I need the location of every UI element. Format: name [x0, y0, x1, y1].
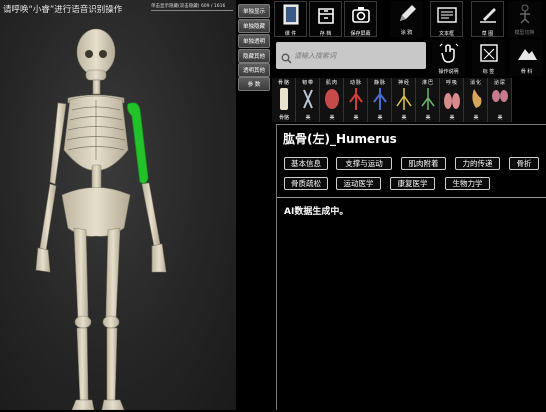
tag-force-transmission[interactable]: 力的传递 — [455, 157, 500, 170]
tag-rehab-medicine[interactable]: 康复医学 — [390, 177, 435, 190]
right-humerus[interactable] — [49, 102, 67, 185]
left-tibia[interactable] — [106, 327, 118, 401]
left-forearm[interactable] — [141, 182, 161, 247]
left-patella[interactable] — [102, 315, 120, 329]
mandible[interactable] — [85, 69, 107, 81]
model-switch-button[interactable]: 模型切换 — [508, 1, 541, 37]
cervical-spine[interactable] — [92, 79, 101, 95]
archive-button[interactable]: 存 档 — [309, 1, 342, 37]
ai-status-text: AI数据生成中。 — [284, 207, 349, 217]
right-femur[interactable] — [73, 227, 89, 319]
hide-only-button[interactable]: 单独隐藏 — [238, 19, 270, 33]
category-skeleton[interactable]: 骨骼 骨骼 — [272, 78, 296, 122]
camera-icon — [350, 4, 372, 26]
nerve-icon — [396, 88, 412, 110]
muscle-icon — [325, 89, 339, 109]
transparent-only-button[interactable]: 单独透明 — [238, 34, 270, 48]
search-icon — [281, 49, 292, 68]
show-only-button[interactable]: 单独显示 — [238, 4, 270, 18]
right-forearm[interactable] — [39, 183, 57, 251]
tag-support-movement[interactable]: 支撑与运动 — [336, 157, 392, 170]
instructions-button[interactable]: 操作说明 — [432, 40, 465, 76]
right-tibia[interactable] — [76, 327, 89, 401]
visibility-controls: 单独显示 单独隐藏 单独透明 隐藏其他 透明其他 参 数 — [236, 0, 272, 92]
right-patella[interactable] — [74, 315, 92, 329]
system-category-strip: 骨骼 骨骼 韧带美 肌肉美 动脉美 静脉美 神经美 淋巴美 呼吸美 消化美 泌尿美 — [272, 78, 546, 122]
skeleton-model[interactable] — [0, 0, 236, 410]
category-ligament[interactable]: 韧带美 — [296, 78, 320, 122]
tag-muscle-attachment[interactable]: 肌肉附着 — [401, 157, 446, 170]
book-icon — [280, 4, 302, 26]
top-toolbar: 课 件 存 档 保存屏幕 涂 鸦 文本框 草 图 模型切换 — [272, 0, 546, 38]
search-input[interactable] — [294, 47, 420, 64]
left-foot[interactable] — [101, 399, 125, 410]
vein-icon — [373, 88, 387, 110]
tag-sports-medicine[interactable]: 运动医学 — [336, 177, 381, 190]
eye-socket — [85, 50, 93, 58]
orthopedics-button[interactable]: 骨 科 — [510, 40, 543, 76]
bone-detail-panel: 肱骨(左)_Humerus 基本信息 支撑与运动 肌肉附着 力的传递 骨折 骨质… — [276, 124, 546, 410]
model-switch-icon — [514, 3, 536, 25]
tag-icon — [478, 42, 500, 64]
left-hand[interactable] — [151, 243, 167, 273]
left-humerus-highlighted[interactable] — [127, 102, 149, 184]
category-vein[interactable]: 静脉美 — [368, 78, 392, 122]
mountain-icon — [516, 42, 538, 64]
hide-others-button[interactable]: 隐藏其他 — [238, 49, 270, 63]
pencil-icon — [396, 3, 418, 25]
search-box[interactable] — [276, 42, 426, 69]
anatomy-3d-viewport[interactable]: 请呼唤“小睿”进行语音识别操作 单击显示隐藏(双击隐藏) 609 / 1616 — [0, 0, 236, 410]
textbox-icon — [436, 4, 458, 26]
tag-fracture[interactable]: 骨折 — [509, 157, 539, 170]
tag-button[interactable]: 标 签 — [472, 40, 505, 76]
category-nerve[interactable]: 神经美 — [392, 78, 416, 122]
tag-biomechanics[interactable]: 生物力学 — [445, 177, 490, 190]
transparent-others-button[interactable]: 透明其他 — [238, 63, 270, 77]
bone-title: 肱骨(左)_Humerus — [283, 132, 397, 146]
textbox-button[interactable]: 文本框 — [430, 1, 463, 37]
doodle-button[interactable]: 涂 鸦 — [390, 1, 423, 37]
courseware-button[interactable]: 课 件 — [274, 1, 307, 37]
ligament-icon — [303, 89, 313, 109]
stomach-icon — [472, 89, 482, 108]
left-femur[interactable] — [105, 227, 121, 319]
touch-gesture-icon — [438, 42, 460, 64]
skeleton-icon — [280, 88, 288, 110]
category-respiratory[interactable]: 呼吸美 — [440, 78, 464, 122]
eye-socket — [99, 50, 107, 58]
right-foot[interactable] — [71, 399, 95, 410]
kidney-icon — [492, 90, 508, 102]
right-hand[interactable] — [35, 247, 51, 273]
category-artery[interactable]: 动脉美 — [344, 78, 368, 122]
tag-osteoporosis[interactable]: 骨质疏松 — [284, 177, 328, 190]
category-urinary[interactable]: 泌尿美 — [488, 78, 512, 122]
category-muscle[interactable]: 肌肉美 — [320, 78, 344, 122]
skull[interactable] — [76, 28, 116, 76]
lymph-icon — [421, 88, 435, 110]
archive-icon — [315, 4, 337, 26]
parameters-button[interactable]: 参 数 — [238, 77, 270, 91]
category-lymph[interactable]: 淋巴美 — [416, 78, 440, 122]
tag-basic-info[interactable]: 基本信息 — [284, 157, 328, 170]
artery-icon — [349, 88, 363, 110]
lungs-icon — [444, 93, 460, 109]
save-screen-button[interactable]: 保存屏幕 — [344, 1, 377, 37]
sketch-button[interactable]: 草 图 — [471, 1, 504, 37]
sketch-icon — [477, 4, 499, 26]
category-digestive[interactable]: 消化美 — [464, 78, 488, 122]
ai-content-area[interactable]: AI数据生成中。 — [277, 197, 546, 412]
